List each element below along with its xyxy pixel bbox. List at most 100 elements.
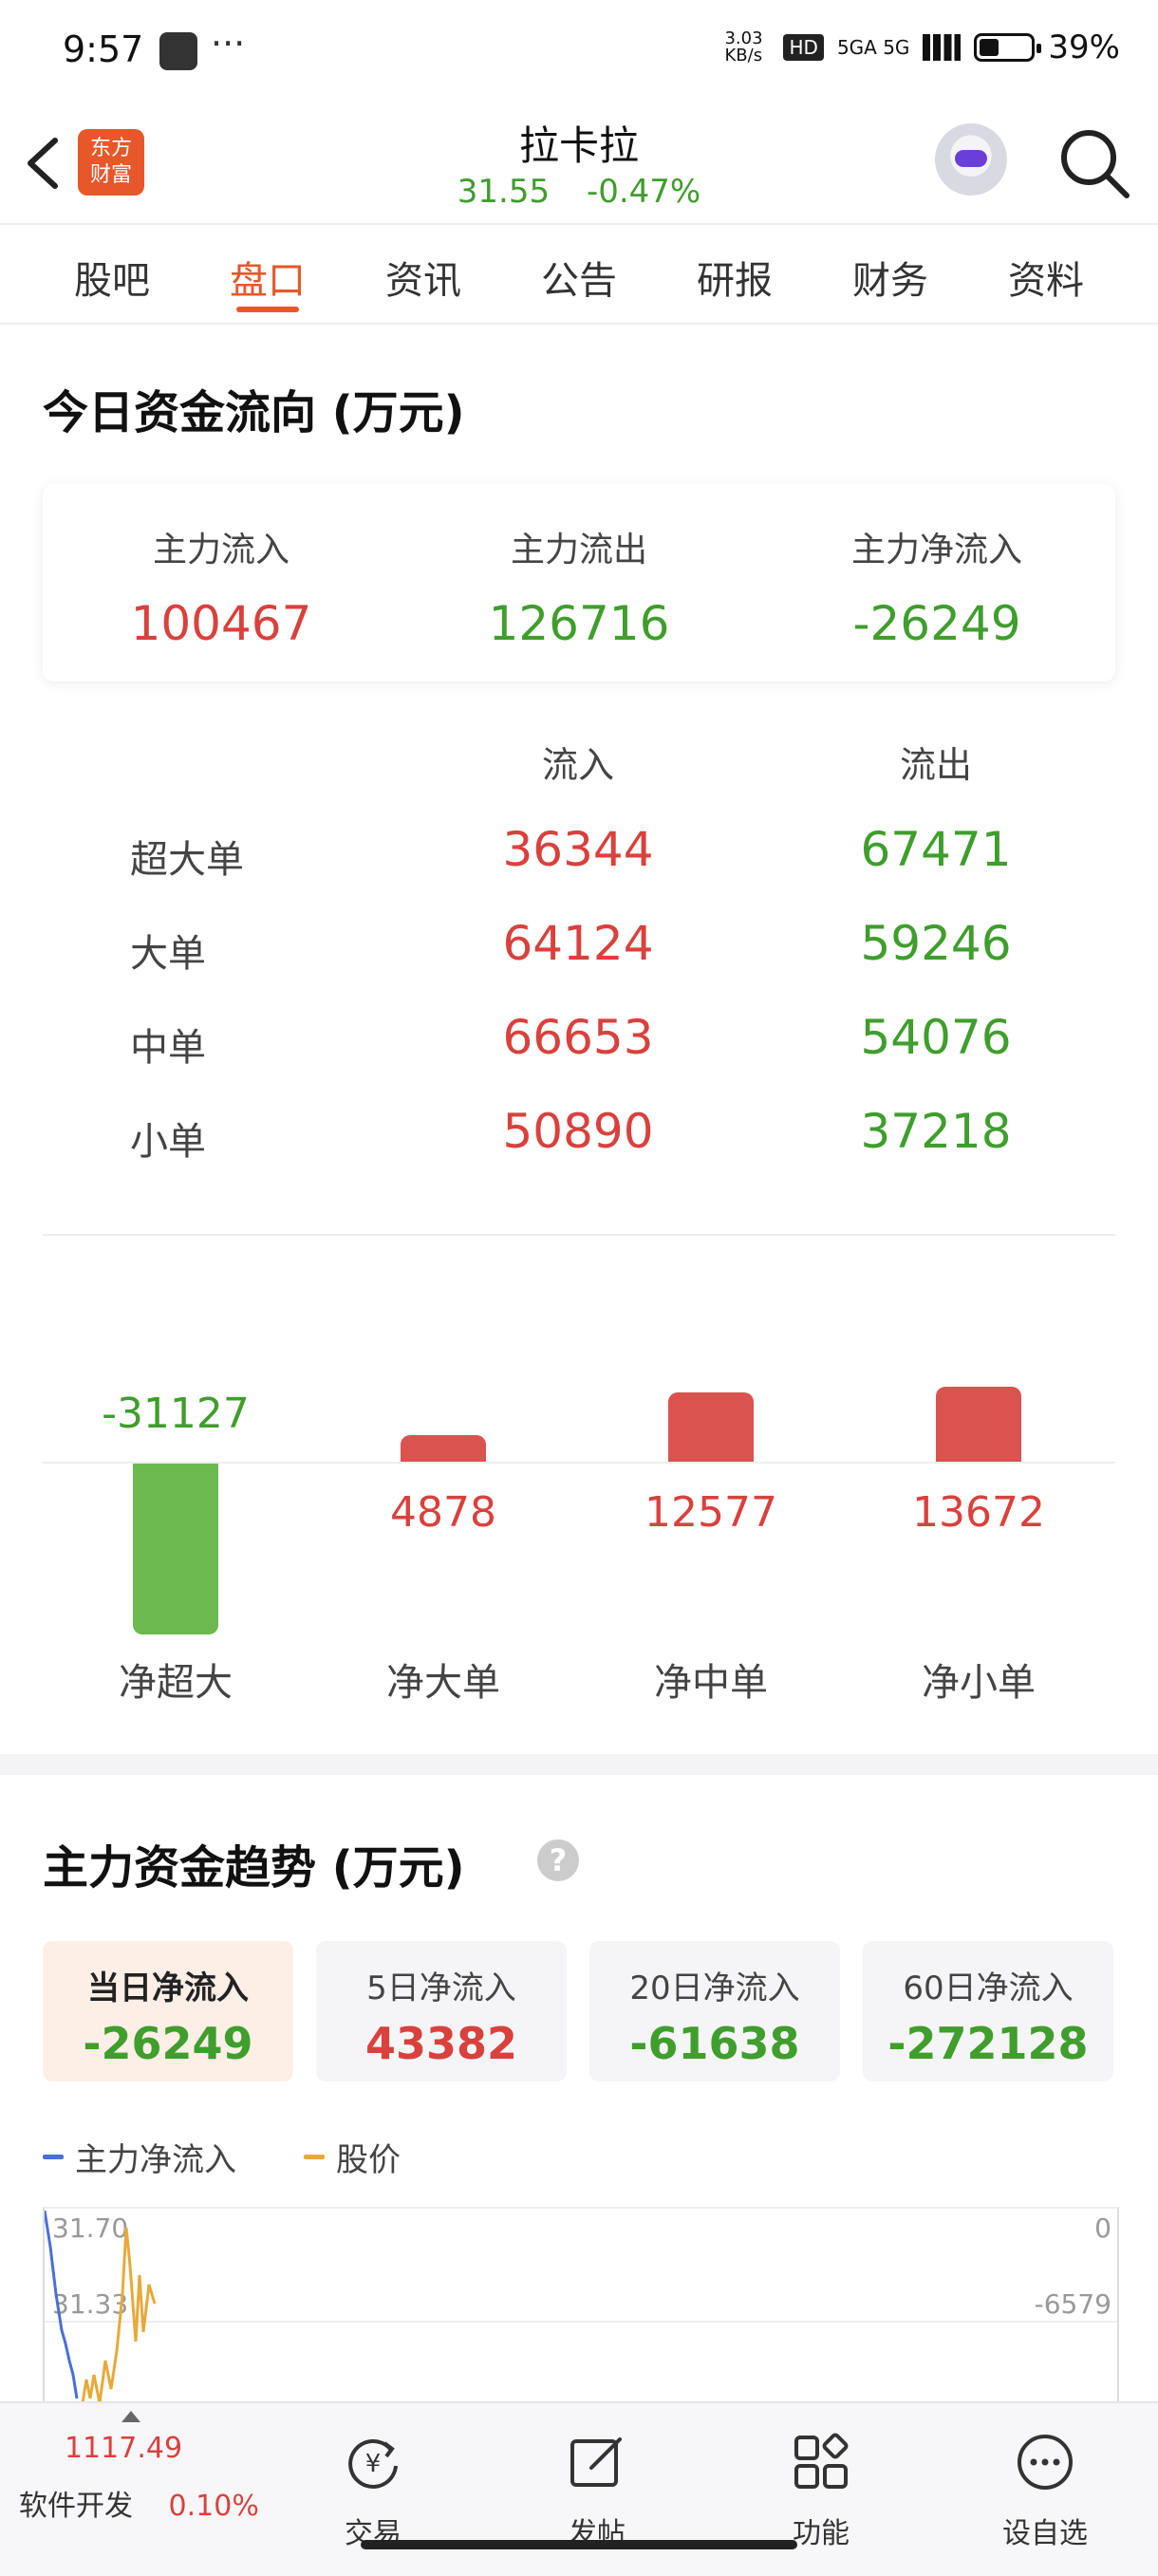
tab-pankou[interactable]: 盘口 [211, 250, 325, 305]
row-label: 中单 [130, 1026, 206, 1070]
summary-inflow: 主力流入 100467 [43, 522, 400, 651]
fund-flow-title: 今日资金流向 (万元) [43, 386, 465, 439]
trend-gridline [45, 2321, 1117, 2323]
period-value: 43382 [364, 2018, 518, 2069]
y-right-tick: 0 [1094, 2212, 1111, 2244]
status-bar: 9:57 ··· 3.03 KB/s HD 5GA 5G 39% [0, 0, 1158, 104]
nav-add-watchlist[interactable]: 设自选 [969, 2432, 1121, 2551]
period-today[interactable]: 当日净流入 -26249 [43, 1941, 293, 2081]
recorder-icon [159, 32, 197, 70]
legend-net-inflow: 主力净流入 [43, 2134, 236, 2180]
nav-post[interactable]: 发帖 [521, 2432, 673, 2551]
nav-trade[interactable]: ¥ 交易 [297, 2432, 449, 2551]
row-inflow: 36344 [502, 822, 654, 877]
row-inflow: 50890 [502, 1104, 654, 1159]
bar-category-label: 净小单 [922, 1661, 1036, 1705]
period-value: -61638 [629, 2018, 800, 2069]
nav-functions[interactable]: 功能 [745, 2432, 897, 2551]
legend-swatch [43, 2155, 64, 2159]
bar-1 [133, 1464, 218, 1634]
robot-assistant-icon[interactable] [935, 123, 1007, 196]
row-label: 小单 [130, 1120, 206, 1164]
bar-3 [668, 1392, 754, 1462]
row-inflow: 64124 [502, 916, 654, 971]
period-label: 当日净流入 [87, 1969, 249, 2007]
tab-finance[interactable]: 财务 [833, 250, 947, 305]
compose-icon [570, 2437, 622, 2487]
net-flow-bar-chart: -31127 净超大 4878 净大单 12577 净中单 13672 净小单 [0, 1253, 1158, 1727]
summary-net: 主力净流入 -26249 [758, 522, 1115, 651]
period-label: 60日净流入 [903, 1969, 1074, 2007]
period-20d[interactable]: 20日净流入 -61638 [589, 1941, 840, 2081]
trend-lines [45, 2210, 157, 2403]
summary-label: 主力净流入 [850, 531, 1022, 569]
tab-guba[interactable]: 股吧 [55, 250, 169, 305]
period-label: 20日净流入 [629, 1969, 800, 2007]
trade-yen-icon: ¥ [348, 2438, 398, 2489]
legend-price: 股价 [304, 2134, 401, 2180]
fund-flow-summary-card: 主力流入 100467 主力流出 126716 主力净流入 -26249 [43, 484, 1115, 681]
battery-icon [974, 33, 1042, 62]
row-inflow: 66653 [502, 1010, 654, 1065]
legend-swatch [304, 2155, 325, 2159]
legend-label: 股价 [336, 2141, 401, 2179]
summary-label: 主力流入 [152, 531, 290, 569]
section-divider [43, 1234, 1115, 1236]
bottom-nav: 1117.49 软件开发 0.10% ¥ 交易 发帖 功能 设自选 [0, 2401, 1158, 2576]
sector-index-value: 1117.49 [64, 2432, 183, 2465]
bar-value-label: 12577 [644, 1488, 777, 1537]
summary-value: 126716 [488, 596, 670, 651]
tab-research[interactable]: 研报 [678, 250, 792, 305]
bar-4 [936, 1386, 1021, 1462]
row-outflow: 54076 [860, 1010, 1012, 1065]
y-right-tick: -6579 [1034, 2288, 1111, 2320]
period-label: 5日净流入 [366, 1969, 516, 2007]
tab-announcements[interactable]: 公告 [522, 250, 636, 305]
status-more-dots: ··· [211, 23, 246, 65]
bar-2 [401, 1434, 486, 1462]
bar-category-label: 净超大 [119, 1661, 233, 1705]
status-time: 9:57 [63, 28, 144, 70]
stock-header: 东方 财富 拉卡拉 31.55 -0.47% [0, 104, 1158, 225]
trend-chart: 31.70 31.33 0 -6579 [43, 2207, 1119, 2403]
period-value: -26249 [83, 2018, 253, 2069]
signal-icon: 5GA 5G [836, 36, 910, 59]
column-header-inflow: 流入 [541, 744, 614, 786]
bar-value-label: 13672 [912, 1488, 1045, 1537]
svg-text:¥: ¥ [365, 2450, 382, 2478]
bar-category-label: 净大单 [386, 1661, 500, 1705]
nav-label: 设自选 [1002, 2517, 1088, 2550]
tab-active-underline [236, 307, 299, 312]
home-indicator[interactable] [361, 2540, 797, 2549]
stock-change: -0.47% [586, 173, 701, 211]
grid-icon [794, 2433, 849, 2489]
search-icon[interactable] [1056, 125, 1132, 201]
bar-value-label: 4878 [390, 1488, 496, 1537]
tab-profile[interactable]: 资料 [989, 250, 1103, 305]
sector-change: 0.10% [168, 2490, 259, 2523]
sector-index[interactable]: 1117.49 软件开发 0.10% [19, 2432, 259, 2524]
stock-tabs: 股吧 盘口 资讯 公告 研报 财务 资料 [0, 223, 1158, 325]
signal-bars-icon [923, 34, 962, 61]
summary-value: 100467 [130, 596, 312, 651]
summary-value: -26249 [852, 596, 1021, 651]
question-circle-icon[interactable]: ? [537, 1839, 579, 1881]
section-separator [0, 1754, 1158, 1775]
row-label: 超大单 [130, 838, 244, 882]
summary-outflow: 主力流出 126716 [401, 522, 757, 651]
period-5d[interactable]: 5日净流入 43382 [316, 1941, 567, 2081]
tab-news[interactable]: 资讯 [366, 250, 480, 305]
sector-index-line: 软件开发 0.10% [19, 2482, 259, 2524]
status-right: 3.03 KB/s HD 5GA 5G 39% [724, 28, 1120, 66]
legend-label: 主力净流入 [75, 2141, 236, 2179]
row-label: 大单 [130, 932, 206, 976]
trend-title: 主力资金趋势 (万元) [43, 1841, 465, 1895]
caret-up-icon [121, 2411, 140, 2422]
net-speed: 3.03 KB/s [724, 28, 763, 65]
period-value: -272128 [887, 2018, 1089, 2069]
column-header-outflow: 流出 [899, 744, 972, 786]
period-60d[interactable]: 60日净流入 -272128 [863, 1941, 1113, 2081]
row-outflow: 67471 [860, 822, 1012, 877]
battery-percent: 39% [1048, 28, 1120, 66]
row-outflow: 59246 [860, 916, 1012, 971]
